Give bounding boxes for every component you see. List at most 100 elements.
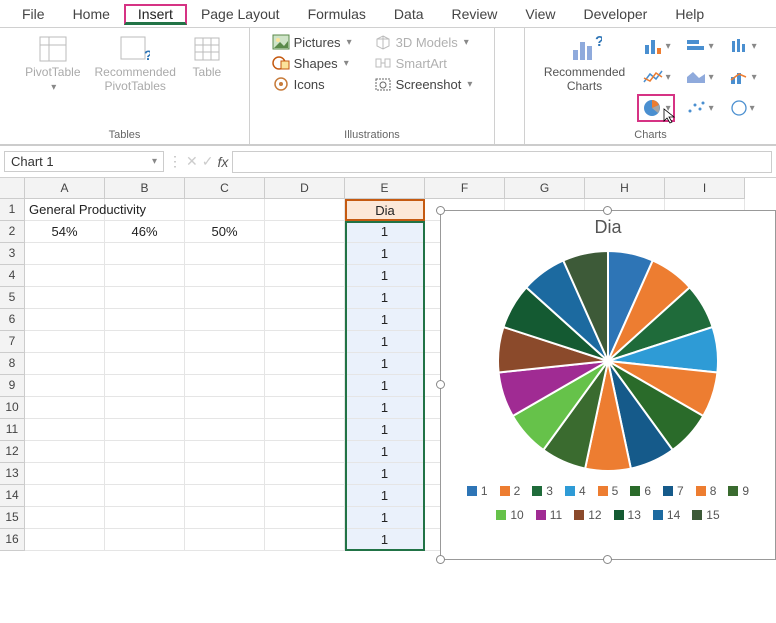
row-header[interactable]: 13 <box>0 463 25 485</box>
menu-review[interactable]: Review <box>438 4 512 25</box>
cell[interactable] <box>185 397 265 419</box>
menu-insert[interactable]: Insert <box>124 4 187 25</box>
cell[interactable] <box>185 265 265 287</box>
scatter-chart-button[interactable]: ▾ <box>680 94 718 122</box>
cell[interactable] <box>185 485 265 507</box>
cell[interactable] <box>185 529 265 551</box>
cell[interactable] <box>105 331 185 353</box>
cell[interactable]: General Productivity <box>25 199 105 221</box>
menu-help[interactable]: Help <box>661 4 718 25</box>
row-header[interactable]: 10 <box>0 397 25 419</box>
cell[interactable] <box>265 353 345 375</box>
cell[interactable] <box>25 243 105 265</box>
cell[interactable]: 1 <box>345 221 425 243</box>
cell[interactable]: 1 <box>345 243 425 265</box>
cell[interactable]: 1 <box>345 353 425 375</box>
combo-chart-button[interactable]: ▾ <box>723 63 761 91</box>
column-header[interactable]: I <box>665 178 745 199</box>
cell[interactable]: 1 <box>345 375 425 397</box>
cell[interactable]: 54% <box>25 221 105 243</box>
accept-formula-icon[interactable]: ✓ <box>202 153 214 170</box>
column-header[interactable]: B <box>105 178 185 199</box>
area-chart-button[interactable]: ▾ <box>680 63 718 91</box>
row-header[interactable]: 14 <box>0 485 25 507</box>
cell[interactable] <box>185 331 265 353</box>
cell[interactable] <box>105 375 185 397</box>
cell[interactable] <box>265 221 345 243</box>
row-header[interactable]: 7 <box>0 331 25 353</box>
pie-chart[interactable] <box>493 246 723 476</box>
cell[interactable] <box>105 243 185 265</box>
cell[interactable] <box>265 529 345 551</box>
cell[interactable] <box>105 397 185 419</box>
cell[interactable] <box>185 419 265 441</box>
chart-legend[interactable]: 123456789101112131415 <box>441 476 775 526</box>
cell[interactable] <box>185 375 265 397</box>
bar-chart-button[interactable]: ▾ <box>680 32 718 60</box>
cell[interactable]: 1 <box>345 529 425 551</box>
cell[interactable] <box>185 463 265 485</box>
cell[interactable]: 1 <box>345 463 425 485</box>
cell[interactable] <box>25 441 105 463</box>
cell[interactable] <box>185 309 265 331</box>
cell[interactable] <box>105 463 185 485</box>
column-header[interactable]: F <box>425 178 505 199</box>
cell[interactable] <box>265 375 345 397</box>
cell[interactable] <box>105 441 185 463</box>
smartart-button[interactable]: SmartArt <box>370 53 477 73</box>
column-header[interactable]: C <box>185 178 265 199</box>
legend-item[interactable]: 9 <box>728 484 749 498</box>
column-header[interactable]: H <box>585 178 665 199</box>
cell[interactable] <box>265 287 345 309</box>
row-header[interactable]: 5 <box>0 287 25 309</box>
legend-item[interactable]: 13 <box>614 508 641 522</box>
cell[interactable] <box>185 287 265 309</box>
pictures-button[interactable]: Pictures▾ <box>268 32 356 52</box>
legend-item[interactable]: 12 <box>574 508 601 522</box>
cell[interactable]: Dia <box>345 199 425 221</box>
row-header[interactable]: 15 <box>0 507 25 529</box>
menu-developer[interactable]: Developer <box>570 4 662 25</box>
row-header[interactable]: 9 <box>0 375 25 397</box>
recommended-pivottables-button[interactable]: ? Recommended PivotTables <box>91 32 180 96</box>
cell[interactable] <box>105 265 185 287</box>
cell[interactable]: 1 <box>345 485 425 507</box>
column-chart-button[interactable]: ▾ <box>637 32 675 60</box>
row-header[interactable]: 12 <box>0 441 25 463</box>
cell[interactable] <box>105 529 185 551</box>
cell[interactable] <box>25 375 105 397</box>
cell[interactable]: 1 <box>345 331 425 353</box>
legend-item[interactable]: 3 <box>532 484 553 498</box>
recommended-charts-button[interactable]: ? Recommended Charts <box>540 32 629 96</box>
cell[interactable] <box>185 507 265 529</box>
menu-data[interactable]: Data <box>380 4 438 25</box>
map-chart-button[interactable]: ▾ <box>723 94 761 122</box>
cell[interactable] <box>265 441 345 463</box>
row-header[interactable]: 2 <box>0 221 25 243</box>
row-header[interactable]: 16 <box>0 529 25 551</box>
cell[interactable] <box>265 265 345 287</box>
cell[interactable] <box>265 199 345 221</box>
cell[interactable]: 1 <box>345 441 425 463</box>
legend-item[interactable]: 7 <box>663 484 684 498</box>
cancel-formula-icon[interactable]: ✕ <box>186 153 198 170</box>
cell[interactable] <box>25 485 105 507</box>
drag-handle-icon[interactable]: ⋮ <box>168 153 182 170</box>
cell[interactable] <box>25 353 105 375</box>
cell[interactable] <box>25 331 105 353</box>
menu-home[interactable]: Home <box>59 4 124 25</box>
select-all-corner[interactable] <box>0 178 25 199</box>
cell[interactable] <box>25 265 105 287</box>
cell[interactable] <box>105 287 185 309</box>
menu-formulas[interactable]: Formulas <box>294 4 380 25</box>
name-box[interactable]: Chart 1 ▾ <box>4 151 164 172</box>
legend-item[interactable]: 6 <box>630 484 651 498</box>
worksheet[interactable]: ABCDEFGHI 12345678910111213141516 Genera… <box>0 178 776 618</box>
legend-item[interactable]: 5 <box>598 484 619 498</box>
menu-page-layout[interactable]: Page Layout <box>187 4 294 25</box>
legend-item[interactable]: 1 <box>467 484 488 498</box>
table-button[interactable]: Table <box>186 32 228 82</box>
cell[interactable] <box>265 331 345 353</box>
cell[interactable] <box>105 309 185 331</box>
cell[interactable]: 1 <box>345 309 425 331</box>
